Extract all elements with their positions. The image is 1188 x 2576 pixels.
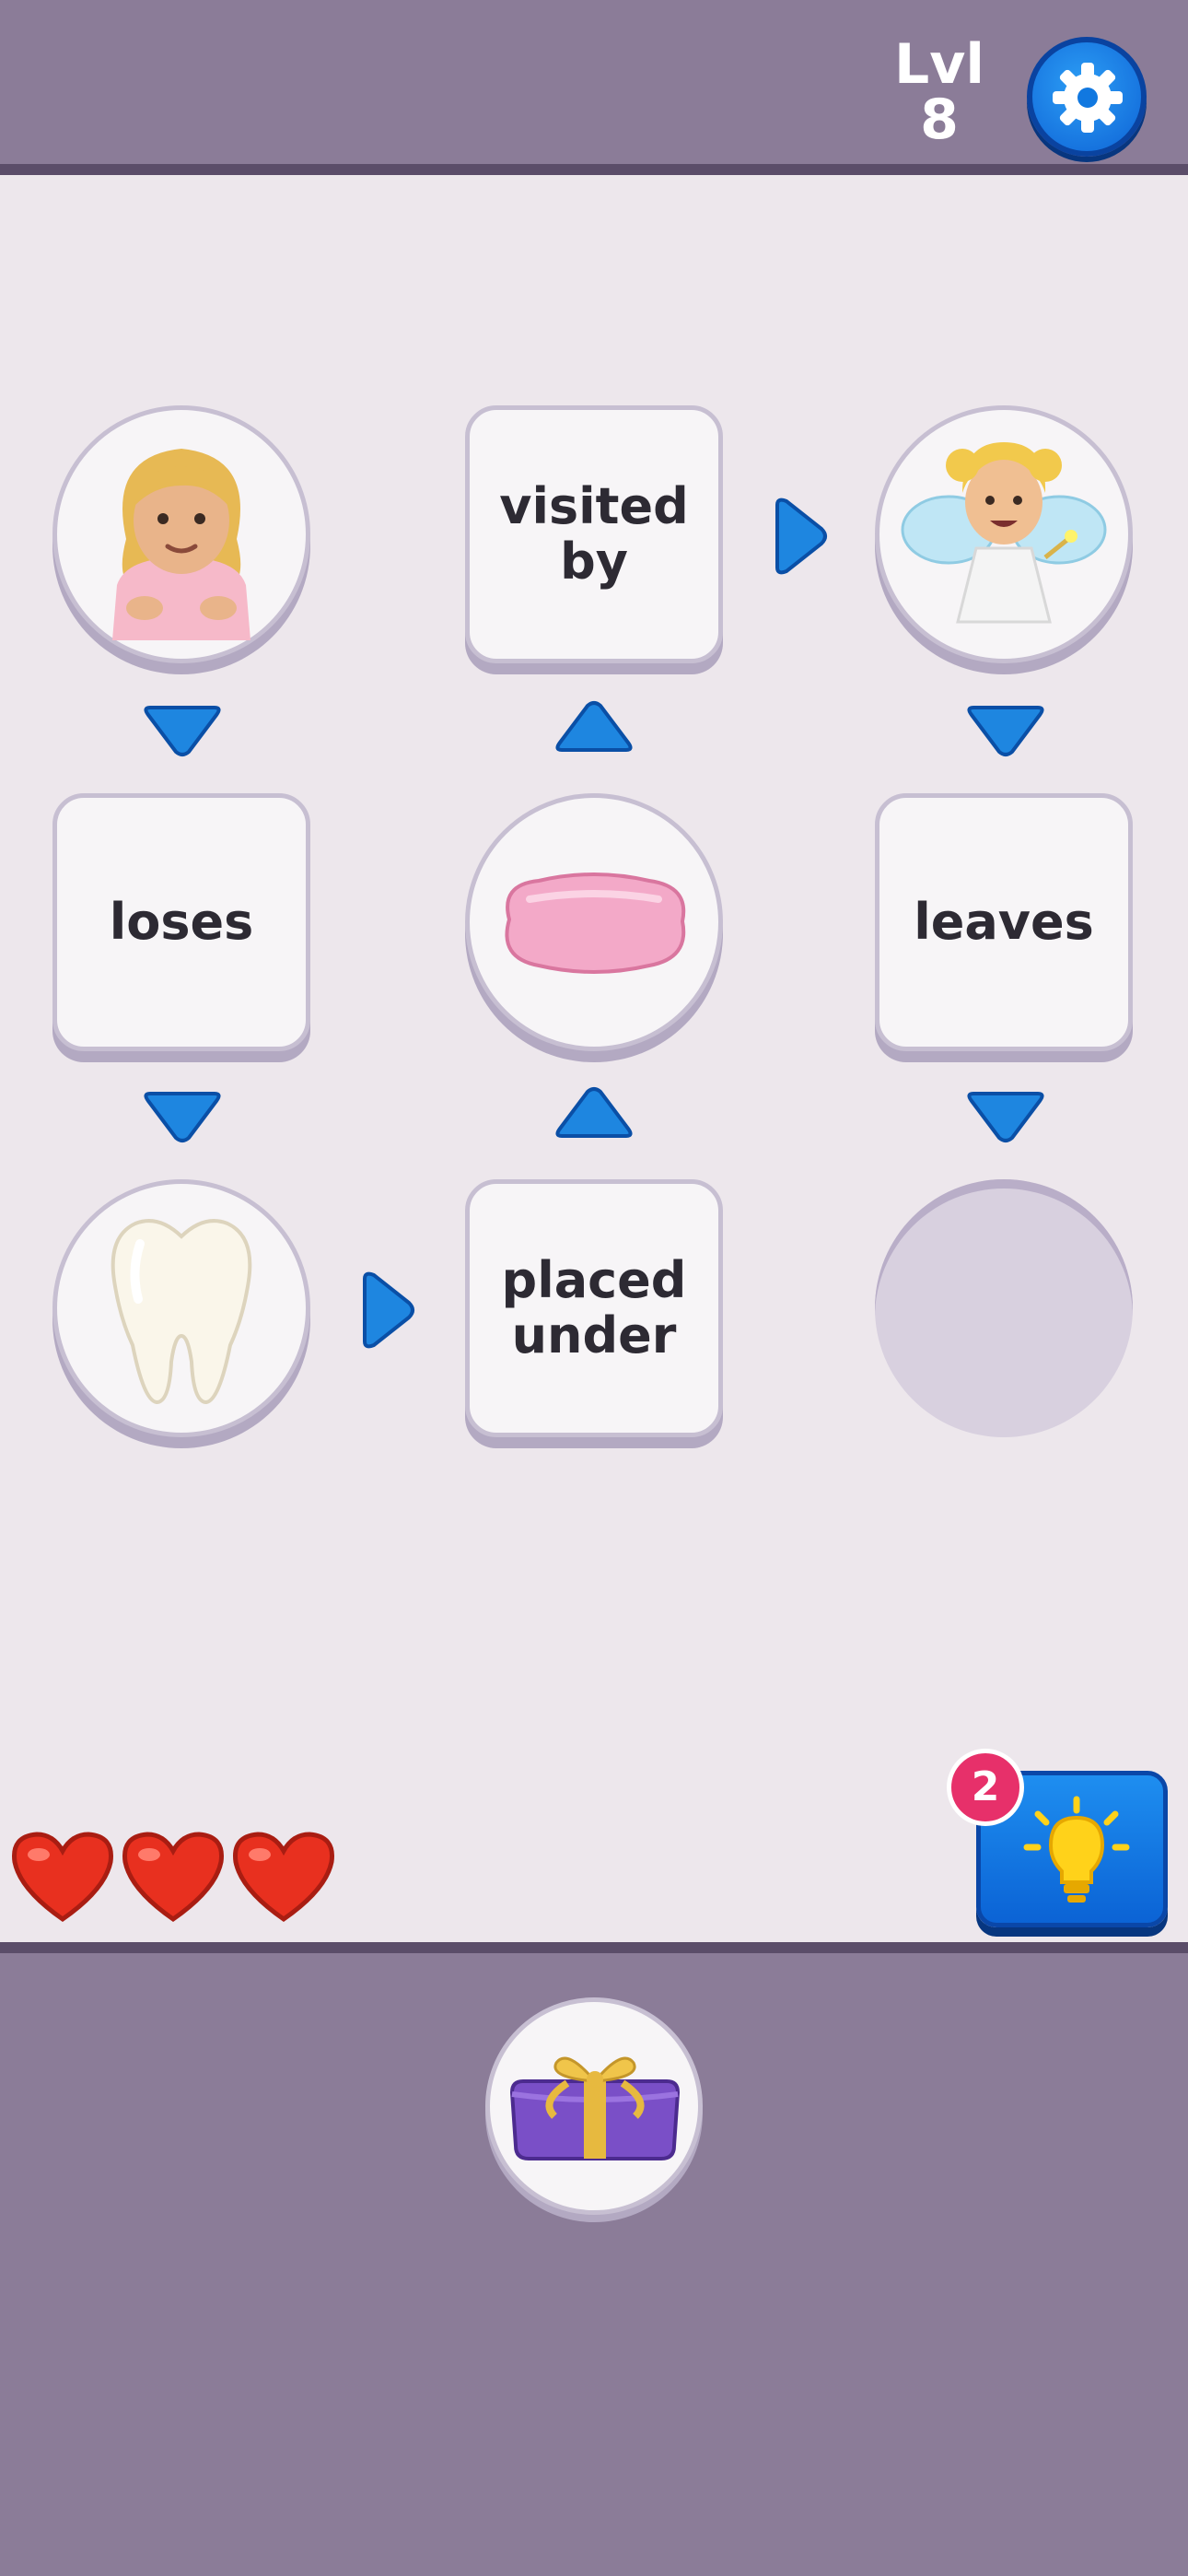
node-loses: loses (52, 793, 310, 1051)
fairy-emoji (901, 442, 1107, 624)
arrow-down-icon (144, 1092, 221, 1142)
level-label: Lvl (894, 32, 984, 97)
tooth-emoji (111, 1219, 252, 1405)
node-tooth (52, 1179, 310, 1437)
gear-icon (1053, 63, 1123, 133)
arrow-up-icon (555, 1087, 633, 1138)
lightbulb-icon (1023, 1796, 1130, 1903)
arrow-down-icon (967, 706, 1044, 756)
puzzle-board: visited by loses leaves placed under (0, 175, 1188, 1942)
gift-emoji (509, 2056, 681, 2160)
arrow-up-icon (555, 701, 633, 752)
arrow-down-icon (967, 1092, 1044, 1142)
node-girl (52, 405, 310, 663)
heart-icon (233, 1832, 334, 1923)
node-pillow (465, 793, 723, 1051)
tray-item-gift[interactable] (485, 1997, 703, 2215)
node-fairy (875, 405, 1133, 663)
answer-slot[interactable] (875, 1179, 1133, 1437)
settings-button[interactable] (1027, 37, 1147, 157)
node-label: loses (109, 893, 254, 951)
arrow-right-icon (775, 498, 827, 575)
arrow-down-icon (144, 706, 221, 756)
girl-emoji (112, 449, 250, 640)
node-placed-under: placed under (465, 1179, 723, 1437)
level-number: 8 (920, 88, 959, 152)
level-indicator: Lvl 8 (884, 37, 995, 147)
top-bar: Lvl 8 (0, 0, 1188, 175)
heart-icon (12, 1832, 113, 1923)
pillow-emoji (505, 872, 686, 974)
hint-count-badge: 2 (947, 1749, 1024, 1826)
node-visited-by: visited by (465, 405, 723, 663)
arrow-right-icon (363, 1271, 414, 1349)
heart-icon (122, 1832, 224, 1923)
node-leaves: leaves (875, 793, 1133, 1051)
node-label: leaves (914, 893, 1094, 951)
node-label: placed under (501, 1251, 687, 1364)
node-label: visited by (499, 477, 689, 591)
